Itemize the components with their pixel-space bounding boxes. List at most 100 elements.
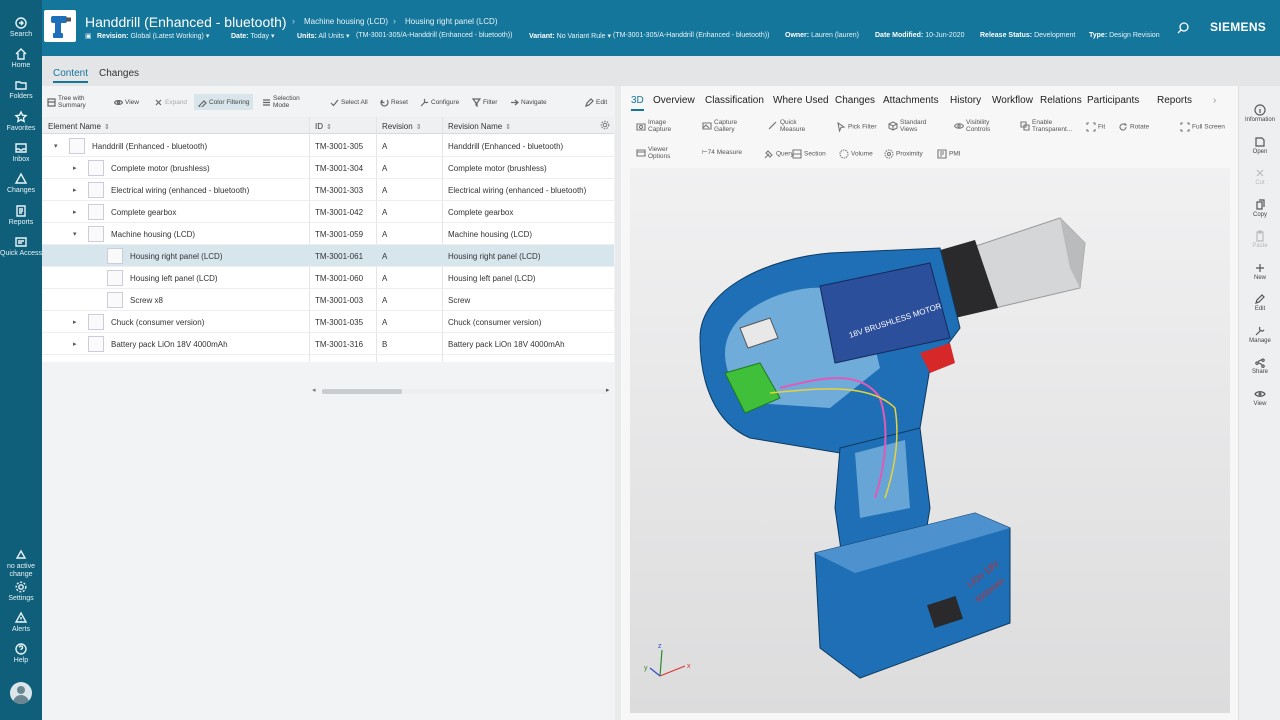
collapse-icon[interactable]: ▾ — [54, 142, 58, 150]
rail-cut[interactable]: Cut — [1239, 167, 1280, 187]
tab-attachments[interactable]: Attachments — [883, 95, 939, 106]
revision-prop[interactable]: Revision: Global (Latest Working) ▾ — [97, 32, 209, 40]
nav-no-active-change[interactable]: no active change — [0, 548, 42, 579]
nav-inbox[interactable]: Inbox — [0, 141, 42, 164]
nav-home[interactable]: Home — [0, 47, 42, 70]
enable-transparent-button[interactable]: Enable Transparent... — [1020, 119, 1072, 133]
scrollbar-thumb[interactable] — [322, 389, 402, 394]
view-button[interactable]: View — [113, 98, 139, 114]
horizontal-scrollbar[interactable]: ◂ ▸ — [312, 387, 612, 395]
table-row[interactable]: ▸ Complete gearbox TM-3001-042 A Complete ge… — [42, 201, 614, 223]
units-prop[interactable]: Units: All Units ▾ — [297, 32, 350, 40]
section-button[interactable]: Section — [792, 149, 826, 159]
column-header-id[interactable]: ID ⇕ — [315, 122, 332, 131]
fit-button[interactable]: Fit — [1086, 122, 1105, 132]
column-settings-icon[interactable] — [600, 120, 610, 132]
tab-changes[interactable]: Changes — [835, 95, 875, 106]
column-header-revision-name[interactable]: Revision Name ⇕ — [448, 122, 511, 131]
capture-gallery-button[interactable]: Capture Gallery — [702, 119, 737, 133]
tab-changes[interactable]: Changes — [99, 68, 139, 79]
rail-copy[interactable]: Copy — [1239, 198, 1280, 219]
pick-filter-button[interactable]: Pick Filter — [836, 121, 877, 133]
volume-button[interactable]: Volume — [839, 149, 873, 159]
table-row[interactable]: ▸ Battery pack LiOn 18V 4000mAh TM-3001-31… — [42, 333, 614, 355]
rail-new[interactable]: New — [1239, 262, 1280, 282]
tab-workflow[interactable]: Workflow — [992, 95, 1033, 106]
breadcrumb-item[interactable]: Machine housing (LCD) — [304, 17, 388, 26]
tab-history[interactable]: History — [950, 95, 981, 106]
rail-edit[interactable]: Edit — [1239, 293, 1280, 313]
tab-content[interactable]: Content — [53, 68, 89, 83]
table-row[interactable]: ▸ Chuck (consumer version) TM-3001-035 A Chu… — [42, 311, 614, 333]
rail-open[interactable]: Open — [1239, 136, 1280, 156]
proximity-button[interactable]: Proximity — [884, 149, 923, 159]
expand-button[interactable]: Expand — [154, 98, 187, 114]
nav-reports[interactable]: Reports — [0, 204, 42, 227]
nav-help[interactable]: Help — [0, 642, 42, 665]
configure-button[interactable]: Configure — [420, 98, 459, 114]
tab-3d[interactable]: 3D — [631, 95, 644, 111]
quick-measure-button[interactable]: Quick Measure — [768, 119, 805, 133]
rotate-button[interactable]: Rotate — [1118, 122, 1149, 132]
navigate-button[interactable]: Navigate — [510, 98, 547, 114]
query-button[interactable]: Query — [764, 149, 794, 159]
expand-icon[interactable]: ▸ — [73, 186, 77, 194]
image-capture-button[interactable]: Image Capture — [636, 119, 671, 133]
nav-settings[interactable]: Settings — [0, 580, 42, 603]
rail-manage[interactable]: Manage — [1239, 325, 1280, 345]
nav-quick-access[interactable]: Quick Access — [0, 235, 42, 258]
drill-model[interactable]: 18V BRUSHLESS MOTOR LiOn 18V 5000mAh x z… — [630, 168, 1230, 713]
tab-participants[interactable]: Participants — [1087, 95, 1139, 106]
table-row[interactable]: Screw x8 TM-3001-003 A Screw — [42, 289, 614, 311]
table-row[interactable]: ▸ Complete motor (brushless) TM-3001-304 A C… — [42, 157, 614, 179]
tree-summary-button[interactable]: Tree with Summary — [47, 95, 86, 111]
full-screen-button[interactable]: Full Screen — [1180, 122, 1225, 132]
expand-icon[interactable]: ▸ — [73, 318, 77, 326]
table-row[interactable]: ▸ Electrical wiring (enhanced - bluetooth… — [42, 179, 614, 201]
tab-where-used[interactable]: Where Used — [773, 95, 829, 106]
user-avatar[interactable] — [10, 682, 32, 704]
filter-button[interactable]: Filter — [471, 98, 497, 114]
tab-relations[interactable]: Relations — [1040, 95, 1082, 106]
search-icon[interactable] — [1176, 21, 1190, 35]
tab-classification[interactable]: Classification — [705, 95, 764, 106]
table-row[interactable]: ▾ Handdrill (Enhanced - bluetooth) TM-3001… — [42, 135, 614, 157]
nav-search[interactable]: Search — [0, 16, 42, 39]
nav-favorites[interactable]: Favorites — [0, 110, 42, 133]
product-thumbnail — [44, 10, 76, 42]
expand-icon[interactable]: ▸ — [73, 164, 77, 172]
color-filtering-button[interactable]: Color Filtering — [194, 94, 254, 110]
breadcrumb-item[interactable]: Housing right panel (LCD) — [405, 17, 498, 26]
viewer-options-button[interactable]: Viewer Options — [636, 146, 670, 160]
rail-share[interactable]: Share — [1239, 356, 1280, 376]
column-header-element-name[interactable]: Element Name ⇕ — [48, 122, 110, 131]
select-all-button[interactable]: Select All — [330, 98, 368, 114]
table-row[interactable]: Housing left panel (LCD) TM-3001-060 A Hous… — [42, 267, 614, 289]
3d-viewport[interactable]: 18V BRUSHLESS MOTOR LiOn 18V 5000mAh x z… — [630, 168, 1230, 713]
table-row[interactable]: Housing right panel (LCD) TM-3001-061 A Hou… — [42, 245, 614, 267]
collapse-icon[interactable]: ▾ — [73, 230, 77, 238]
expand-icon[interactable]: ▸ — [73, 340, 77, 348]
column-header-revision[interactable]: Revision ⇕ — [382, 122, 422, 131]
standard-views-button[interactable]: Standard Views — [888, 119, 926, 133]
rail-view[interactable]: View — [1239, 388, 1280, 408]
tab-reports[interactable]: Reports — [1157, 95, 1192, 106]
nav-alerts[interactable]: Alerts — [0, 611, 42, 634]
nav-folders[interactable]: Folders — [0, 78, 42, 101]
selection-mode-button[interactable]: Selection Mode — [262, 95, 300, 111]
rail-information[interactable]: Information — [1239, 104, 1280, 124]
variant-prop[interactable]: Variant: No Variant Rule ▾ — [529, 32, 611, 40]
expand-icon[interactable]: ▸ — [73, 208, 77, 216]
edit-button[interactable]: Edit — [585, 98, 607, 114]
visibility-controls-button[interactable]: Visibility Controls — [953, 119, 990, 133]
tab-overview[interactable]: Overview — [653, 95, 695, 106]
table-row[interactable]: ▾ Machine housing (LCD) TM-3001-059 A Machin… — [42, 223, 614, 245]
date-prop[interactable]: Date: Today ▾ — [231, 32, 274, 40]
part-thumbnail-icon — [107, 248, 123, 264]
measure-button[interactable]: ⊢74 Measure — [702, 149, 742, 156]
nav-changes[interactable]: Changes — [0, 172, 42, 195]
reset-button[interactable]: Reset — [380, 98, 408, 114]
rail-paste[interactable]: Paste — [1239, 230, 1280, 250]
tabs-overflow-icon[interactable]: › — [1213, 95, 1216, 106]
pmi-button[interactable]: PMI — [937, 149, 961, 159]
